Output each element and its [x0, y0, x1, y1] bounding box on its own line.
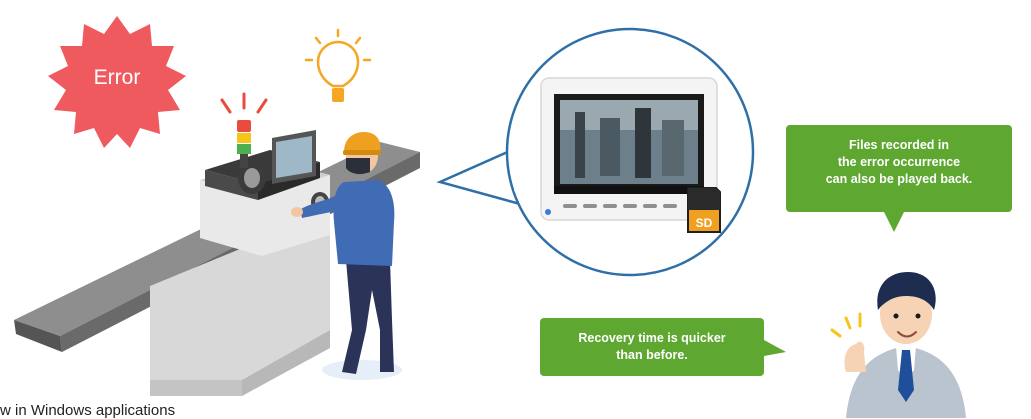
lightbulb-icon	[304, 28, 372, 102]
businessman-figure	[830, 272, 966, 418]
machine-unit	[200, 130, 330, 256]
bubble-bottom-tail	[764, 340, 786, 356]
bubble-line: the error occurrence	[837, 155, 961, 169]
bubble-top-tail	[884, 212, 904, 232]
bubble-line: Files recorded in	[848, 138, 950, 152]
bubble-line: Recovery time is quicker	[578, 331, 726, 345]
bubble-line: than before.	[616, 348, 688, 362]
sd-card-icon: SD	[687, 187, 721, 233]
speech-bubble-recovery: Recovery time is quicker than before.	[540, 318, 764, 376]
speech-bubble-files: Files recorded in the error occurrence c…	[786, 125, 1012, 212]
sd-label: SD	[696, 216, 713, 230]
error-label: Error	[93, 66, 141, 89]
footer-text-fragment: w in Windows applications	[0, 402, 176, 419]
bubble-line: can also be played back.	[825, 172, 973, 186]
